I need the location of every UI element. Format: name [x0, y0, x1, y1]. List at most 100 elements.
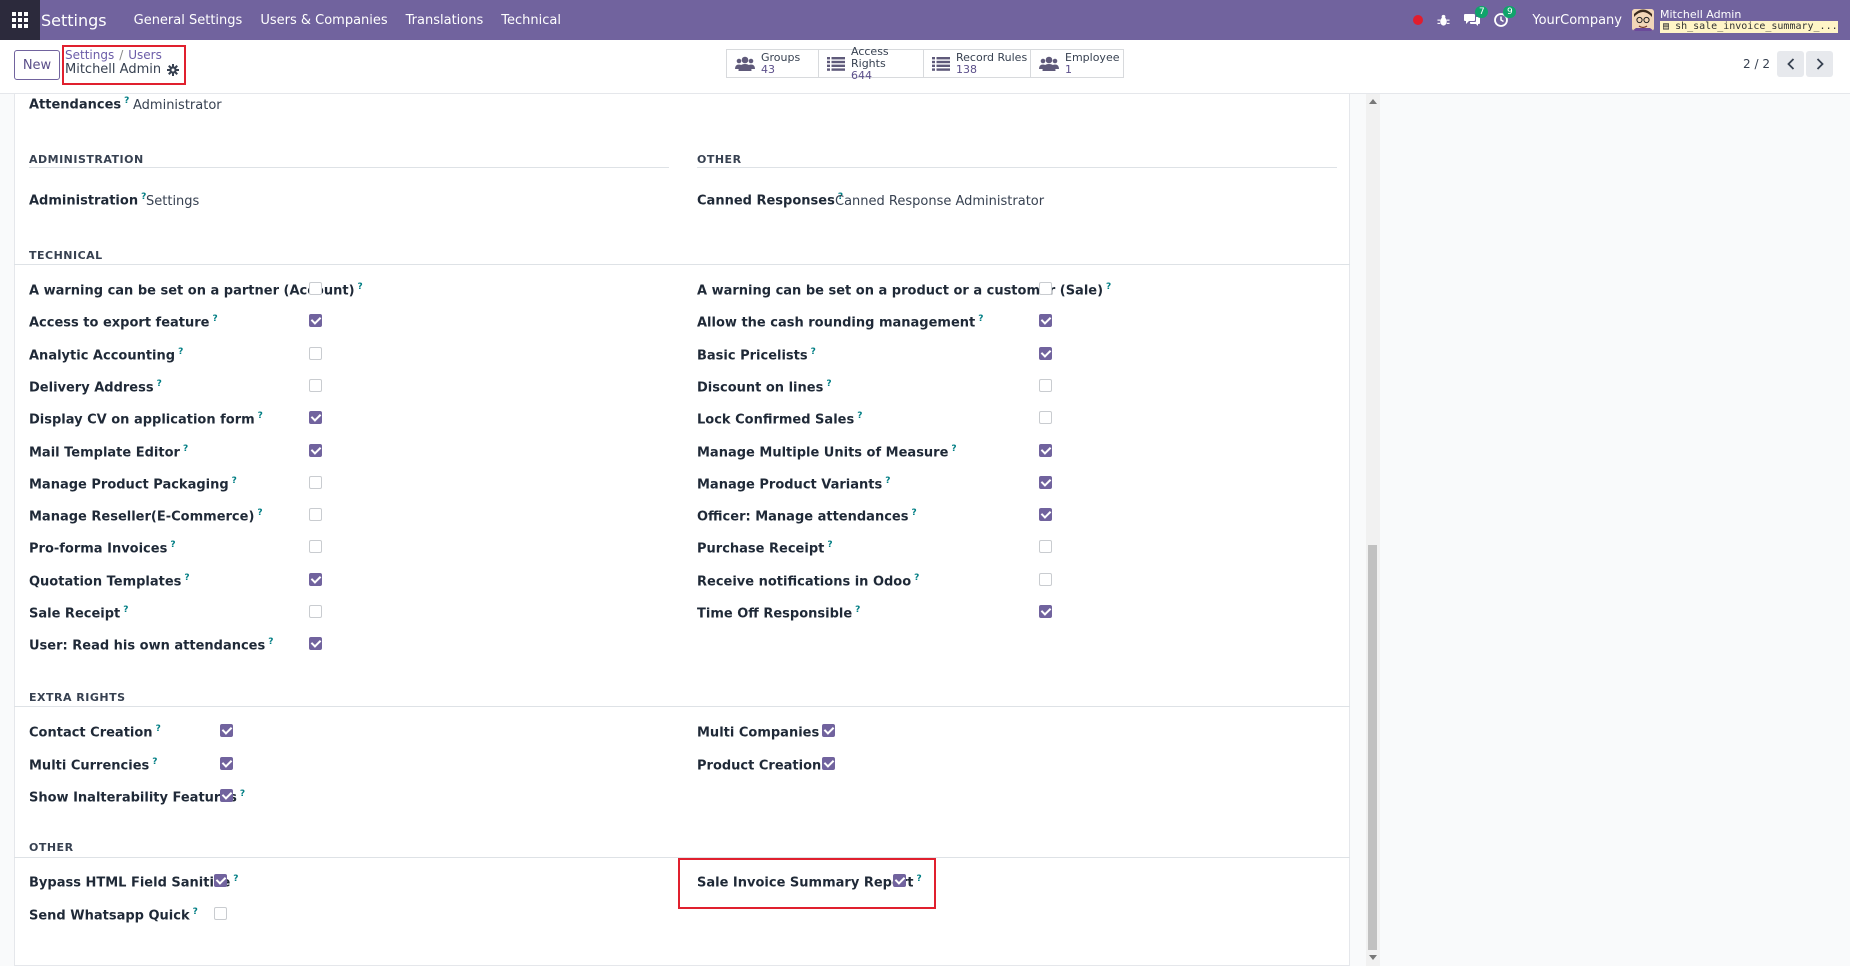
scroll-up-arrow-icon[interactable] [1369, 99, 1377, 104]
help-icon: ? [855, 605, 861, 615]
help-icon: ? [123, 605, 129, 615]
debug-button[interactable] [1437, 14, 1450, 27]
permission-checkbox[interactable] [1039, 314, 1052, 328]
permission-checkbox[interactable] [309, 378, 322, 392]
section-divider [29, 167, 669, 168]
user-name: Mitchell Admin [1660, 7, 1742, 21]
company-switcher[interactable]: YourCompany [1532, 13, 1622, 28]
permission-checkbox[interactable] [822, 756, 835, 770]
permission-checkbox[interactable] [1039, 605, 1052, 618]
checkbox-label: Quotation Templates? [29, 572, 190, 590]
smart-button-record-rules[interactable]: Record Rules 138 [923, 49, 1031, 78]
permission-checkbox[interactable] [1039, 508, 1052, 522]
permission-checkbox[interactable] [309, 443, 322, 457]
breadcrumb-users[interactable]: Users [128, 48, 162, 62]
checkbox-label: Product Creation? [697, 757, 830, 773]
permission-checkbox[interactable] [214, 907, 227, 920]
menu-general-settings[interactable]: General Settings [125, 13, 252, 28]
pager-previous-button[interactable] [1777, 51, 1804, 77]
permission-checkbox[interactable] [1039, 572, 1052, 586]
permission-checkbox[interactable] [309, 475, 322, 489]
help-icon: ? [233, 874, 239, 884]
permission-checkbox[interactable] [1039, 475, 1052, 489]
scrollbar-thumb[interactable] [1368, 545, 1377, 950]
breadcrumb-settings[interactable]: Settings [65, 48, 114, 62]
activity-button[interactable]: 9 [1494, 6, 1517, 27]
checkbox-label: Multi Currencies? [29, 756, 158, 773]
permission-checkbox[interactable] [309, 540, 322, 554]
pager-next-button[interactable] [1806, 51, 1833, 77]
checkbox-label: Manage Multiple Units of Measure? [697, 443, 957, 460]
access-rights-count: 644 [851, 68, 872, 82]
checkbox-label: Pro-forma Invoices? [29, 540, 176, 557]
permission-checkbox[interactable] [1039, 282, 1052, 295]
field-value-administration[interactable]: Settings [146, 194, 199, 209]
permission-checkbox[interactable] [1039, 411, 1052, 425]
list-icon [932, 56, 950, 71]
permission-checkbox[interactable] [309, 508, 322, 522]
menu-translations[interactable]: Translations [397, 13, 493, 28]
help-icon: ? [192, 907, 198, 917]
scroll-down-arrow-icon[interactable] [1369, 955, 1377, 960]
help-icon: ? [810, 346, 816, 357]
user-avatar[interactable] [1632, 9, 1654, 31]
groups-label: Groups [761, 50, 801, 64]
smart-button-access-rights[interactable]: Access Rights 644 [818, 45, 924, 81]
menu-users-companies[interactable]: Users & Companies [251, 13, 396, 28]
permission-checkbox[interactable] [309, 637, 322, 651]
activity-count-badge: 9 [1503, 6, 1517, 18]
field-value-attendances[interactable]: Administrator [133, 98, 222, 113]
permission-checkbox[interactable] [214, 874, 227, 887]
menu-technical[interactable]: Technical [492, 13, 570, 28]
breadcrumb-separator: / [119, 48, 124, 62]
help-icon: ? [231, 475, 237, 486]
record-name: Mitchell Admin [65, 62, 162, 77]
app-menu-button[interactable] [0, 0, 40, 40]
section-title-other-top: OTHER [697, 153, 742, 166]
permission-checkbox[interactable] [1039, 443, 1052, 457]
checkbox-label: Access to export feature? [29, 314, 218, 331]
permission-checkbox[interactable] [220, 724, 233, 737]
field-label-canned-responses: Canned Responses? [697, 192, 844, 209]
checkbox-label: Sale Receipt? [29, 605, 129, 622]
permission-checkbox[interactable] [309, 314, 322, 328]
smart-button-employee[interactable]: Employee 1 [1030, 49, 1124, 78]
chat-button[interactable]: 7 [1464, 6, 1489, 27]
permission-checkbox[interactable] [822, 724, 835, 737]
gear-icon[interactable] [167, 63, 180, 76]
help-icon: ? [257, 508, 263, 519]
new-button[interactable]: New [14, 50, 60, 80]
permission-checkbox[interactable] [309, 282, 322, 295]
permission-checkbox[interactable] [1039, 540, 1052, 554]
recording-indicator[interactable] [1413, 15, 1424, 25]
user-menu[interactable]: Mitchell Admin ▤ sh_sale_invoice_summary… [1660, 5, 1850, 35]
checkbox-label: Bypass HTML Field Sanitize? [29, 874, 239, 891]
pager-value[interactable]: 2 / 2 [1743, 57, 1770, 71]
permission-checkbox[interactable] [309, 572, 322, 586]
record-rules-label: Record Rules [956, 50, 1028, 64]
section-title-administration: ADMINISTRATION [29, 153, 144, 166]
permission-checkbox[interactable] [1039, 346, 1052, 360]
help-icon: ? [178, 346, 184, 357]
smart-button-groups[interactable]: Groups 43 [726, 49, 819, 78]
users-icon [735, 56, 755, 71]
highlight-sale-invoice-summary [678, 858, 936, 909]
permission-checkbox[interactable] [1039, 378, 1052, 392]
permission-checkbox[interactable] [220, 789, 233, 802]
permission-checkbox[interactable] [220, 756, 233, 770]
chevron-right-icon [1816, 58, 1824, 70]
permission-checkbox[interactable] [309, 605, 322, 618]
groups-count: 43 [761, 62, 775, 76]
permission-checkbox[interactable] [309, 411, 322, 425]
checkbox-label: Manage Reseller(E-Commerce)? [29, 508, 263, 525]
employee-label: Employee [1065, 50, 1120, 64]
record-dot-icon [1413, 15, 1424, 25]
record-rules-count: 138 [956, 62, 977, 76]
checkbox-label: Contact Creation? [29, 724, 161, 741]
permission-checkbox[interactable] [309, 346, 322, 360]
help-icon: ? [1106, 282, 1112, 292]
help-icon: ? [951, 443, 957, 454]
app-brand[interactable]: Settings [41, 11, 107, 30]
avatar-face-icon [1632, 9, 1654, 31]
field-value-canned-responses[interactable]: Canned Response Administrator [835, 194, 1044, 209]
